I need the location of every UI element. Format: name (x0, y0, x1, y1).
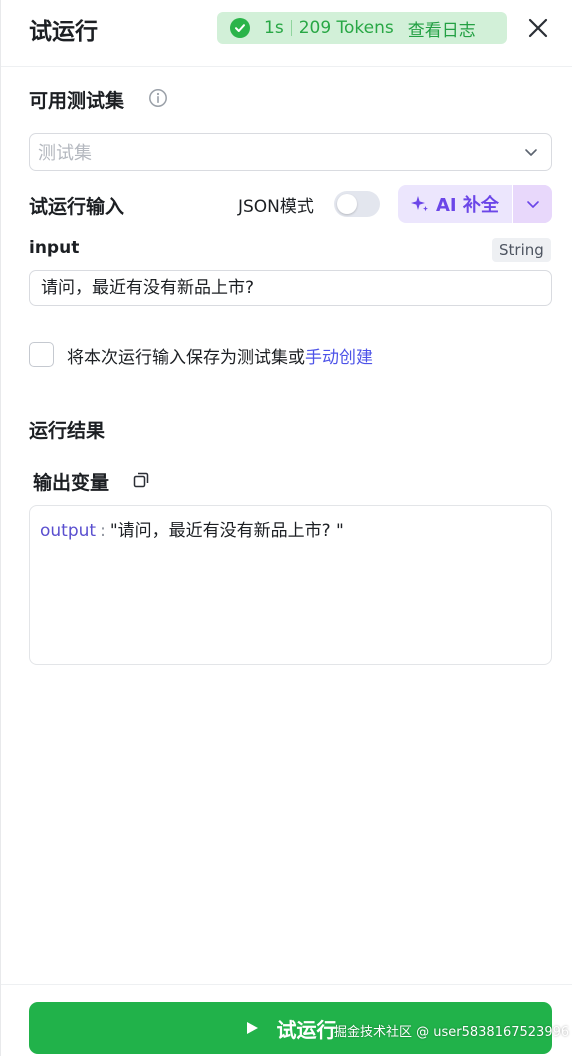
toggle-knob (337, 194, 357, 214)
footer-divider (1, 984, 572, 985)
info-icon[interactable] (148, 88, 168, 108)
check-circle-icon (230, 18, 250, 38)
save-testset-text: 将本次运行输入保存为测试集或手动创建 (67, 343, 373, 368)
json-mode-toggle[interactable] (334, 191, 380, 217)
play-icon (246, 1022, 258, 1034)
output-key: output (40, 521, 97, 541)
input-value-field[interactable]: 请问，最近有没有新品上市? (29, 270, 552, 306)
sparkle-icon (411, 196, 428, 212)
save-testset-label: 将本次运行输入保存为测试集或 (67, 348, 305, 368)
testset-label: 可用测试集 (29, 90, 125, 112)
json-mode-label: JSON模式 (238, 197, 314, 217)
input-field-name: input (29, 238, 80, 258)
badge-divider (290, 20, 292, 36)
ai-complete-label: AI 补全 (436, 195, 499, 216)
ai-complete-button-group: AI 补全 (398, 185, 552, 223)
run-duration: 1s (264, 18, 284, 38)
header-divider (1, 66, 572, 67)
output-value: "请问，最近有没有新品上市? " (109, 521, 344, 541)
ai-complete-button[interactable]: AI 补全 (398, 185, 512, 223)
close-button[interactable] (525, 15, 551, 41)
output-variable-label: 输出变量 (33, 472, 110, 494)
output-colon: : (100, 521, 106, 541)
ai-options-dropdown[interactable] (513, 185, 552, 223)
close-icon (528, 18, 548, 38)
page-title: 试运行 (29, 19, 98, 45)
watermark: 掘金技术社区 @ user5838167523996 (334, 1025, 570, 1040)
test-run-panel: 试运行 1s 209 Tokens 查看日志 可用测试集 测试集 试运行输入 J… (0, 0, 572, 1056)
output-box: output: "请问，最近有没有新品上市? " (29, 505, 552, 665)
manual-create-link[interactable]: 手动创建 (305, 348, 373, 368)
save-testset-checkbox[interactable] (29, 342, 54, 367)
run-button-label: 试运行 (276, 1017, 337, 1042)
chevron-down-icon (526, 201, 539, 208)
token-count: 209 Tokens (298, 18, 394, 38)
run-result-label: 运行结果 (29, 420, 106, 442)
panel-header: 试运行 1s 209 Tokens 查看日志 (1, 0, 572, 58)
view-logs-link[interactable]: 查看日志 (408, 16, 476, 41)
input-type-tag: String (492, 238, 551, 262)
run-status-badge: 1s 209 Tokens 查看日志 (217, 12, 507, 44)
copy-icon[interactable] (132, 471, 150, 489)
run-input-label: 试运行输入 (29, 196, 125, 218)
testset-select[interactable]: 测试集 (29, 133, 552, 171)
chevron-down-icon (525, 149, 537, 156)
testset-placeholder: 测试集 (38, 143, 92, 164)
